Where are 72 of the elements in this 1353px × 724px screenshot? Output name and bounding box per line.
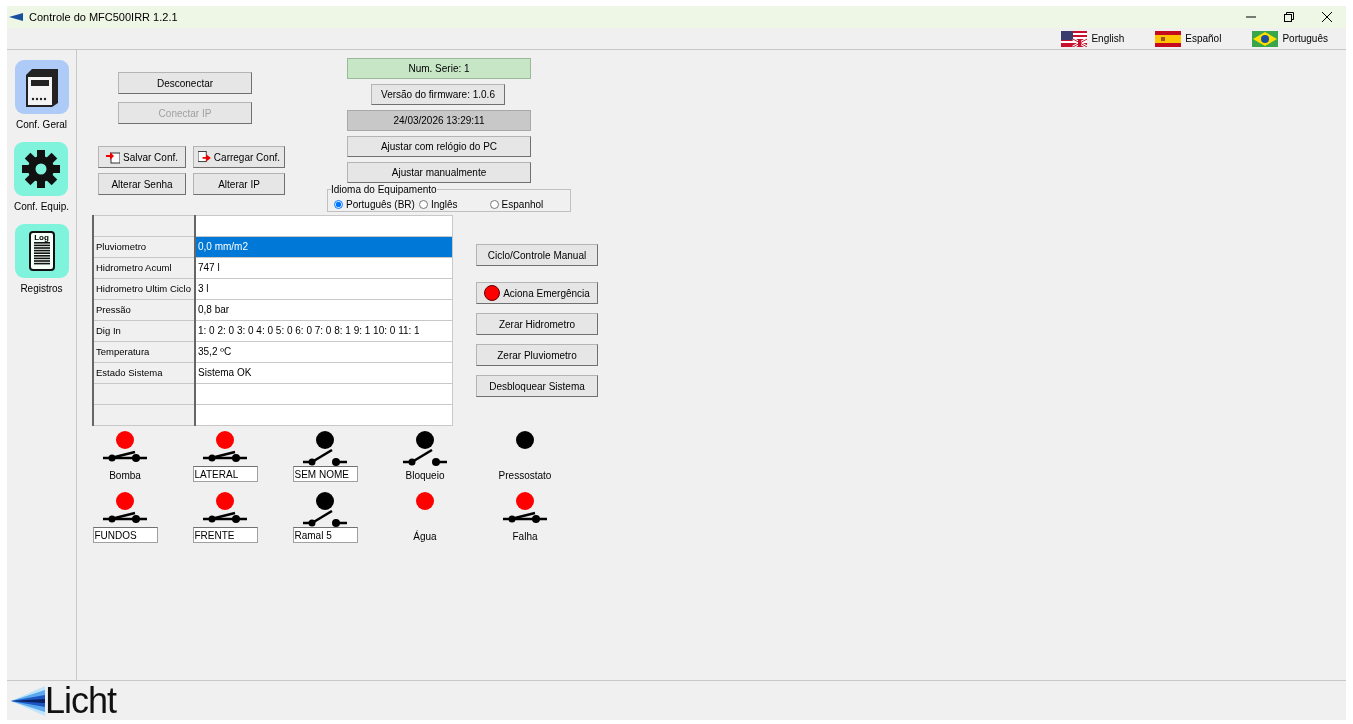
- gear-icon: [21, 149, 62, 189]
- action-button[interactable]: Aciona Emergência: [476, 282, 598, 304]
- name-input-field[interactable]: FRENTE: [192, 527, 258, 543]
- config-button[interactable]: Alterar Senha: [98, 173, 186, 195]
- adjust-clock-button[interactable]: Ajustar manualmente: [347, 162, 531, 183]
- device-icon: [23, 67, 60, 107]
- table-cell: Temperatura: [93, 341, 195, 363]
- table-cell[interactable]: 0,8 bar: [195, 299, 453, 321]
- io-label: Pressostato: [498, 469, 552, 483]
- table-cell[interactable]: [195, 383, 453, 405]
- lines-icon: [33, 242, 50, 266]
- sidebar-label[interactable]: Conf. Equip.: [13, 199, 69, 214]
- name-input-field[interactable]: FUNDOS: [92, 527, 158, 543]
- radio-button[interactable]: [418, 199, 428, 209]
- action-button[interactable]: Desbloquear Sistema: [476, 375, 598, 397]
- config-button[interactable]: Carregar Conf.: [193, 146, 285, 168]
- radio-label[interactable]: Português (BR): [346, 196, 415, 212]
- restore-icon[interactable]: [1284, 12, 1294, 22]
- action-button[interactable]: Zerar Hidrometro: [476, 313, 598, 335]
- name-input-field[interactable]: LATERAL: [192, 466, 258, 482]
- table-cell[interactable]: Sistema OK: [195, 362, 453, 384]
- config-button[interactable]: Alterar IP: [193, 173, 285, 195]
- table-cell[interactable]: 35,2 ºC: [195, 341, 453, 363]
- sidebar-label[interactable]: Registros: [20, 281, 63, 296]
- device-clock-display: 24/03/2026 13:29:11: [347, 110, 531, 131]
- table-cell[interactable]: 747 l: [195, 257, 453, 279]
- table-cell: Hidrometro Ultim Ciclo: [93, 278, 195, 300]
- flag-icon[interactable]: [1252, 30, 1279, 47]
- adjust-clock-button[interactable]: Ajustar com relógio do PC: [347, 136, 531, 157]
- io-label: Água: [413, 529, 437, 544]
- log-label: Log: [34, 233, 49, 242]
- radio-button[interactable]: [489, 199, 499, 209]
- io-label: Bloqueio: [405, 469, 445, 483]
- radio-label[interactable]: Espanhol: [501, 196, 544, 212]
- table-cell: Hidrometro Acuml: [93, 257, 195, 279]
- language-link[interactable]: Español: [1185, 31, 1222, 46]
- load-file-icon: [198, 150, 211, 164]
- table-cell[interactable]: 3 l: [195, 278, 453, 300]
- io-label: Bomba: [109, 469, 141, 483]
- table-cell: Pressão: [93, 299, 195, 321]
- table-cell[interactable]: [195, 404, 453, 426]
- name-input-field[interactable]: Ramal 5: [292, 527, 358, 543]
- connection-button[interactable]: Desconectar: [118, 72, 252, 94]
- name-input-field[interactable]: SEM NOME: [292, 466, 358, 482]
- window-title: Controle do MFC500IRR 1.2.1: [29, 9, 178, 25]
- sidebar-item[interactable]: [14, 142, 69, 196]
- app-arrow-icon: [9, 13, 23, 21]
- table-cell[interactable]: 0,0 mm/m2: [195, 236, 453, 258]
- flag-icon[interactable]: [1061, 30, 1088, 47]
- table-cell: Pluviometro: [93, 236, 195, 258]
- groupbox-title: Idioma do Equipamento: [331, 184, 437, 195]
- table-cell: Estado Sistema: [93, 362, 195, 384]
- sidebar-label[interactable]: Conf. Geral: [15, 117, 68, 132]
- close-icon[interactable]: [1322, 12, 1332, 22]
- radio-button[interactable]: [334, 199, 343, 209]
- sidebar-item[interactable]: Log: [14, 224, 69, 278]
- radio-label[interactable]: Inglês: [430, 196, 458, 212]
- config-button[interactable]: Salvar Conf.: [98, 146, 186, 168]
- firmware-version-button[interactable]: Versão do firmware: 1.0.6: [371, 84, 505, 105]
- language-link[interactable]: Português: [1282, 31, 1328, 46]
- serial-number-label: Num. Serie: 1: [347, 58, 531, 79]
- light-rays-icon: [11, 685, 45, 716]
- action-button[interactable]: Zerar Pluviometro: [476, 344, 598, 366]
- sidebar-item[interactable]: [14, 60, 69, 114]
- language-link[interactable]: English: [1091, 31, 1125, 46]
- flag-icon[interactable]: [1155, 30, 1182, 47]
- table-cell[interactable]: 1: 0 2: 0 3: 0 4: 0 5: 0 6: 0 7: 0 8: 1 9: 1 10: 0 11: 1: [195, 320, 453, 342]
- save-file-icon: [106, 150, 120, 164]
- table-cell: Dig In: [93, 320, 195, 342]
- action-button[interactable]: Ciclo/Controle Manual: [476, 244, 598, 266]
- io-label: Falha: [512, 530, 538, 544]
- licht-logo: Licht: [11, 682, 117, 719]
